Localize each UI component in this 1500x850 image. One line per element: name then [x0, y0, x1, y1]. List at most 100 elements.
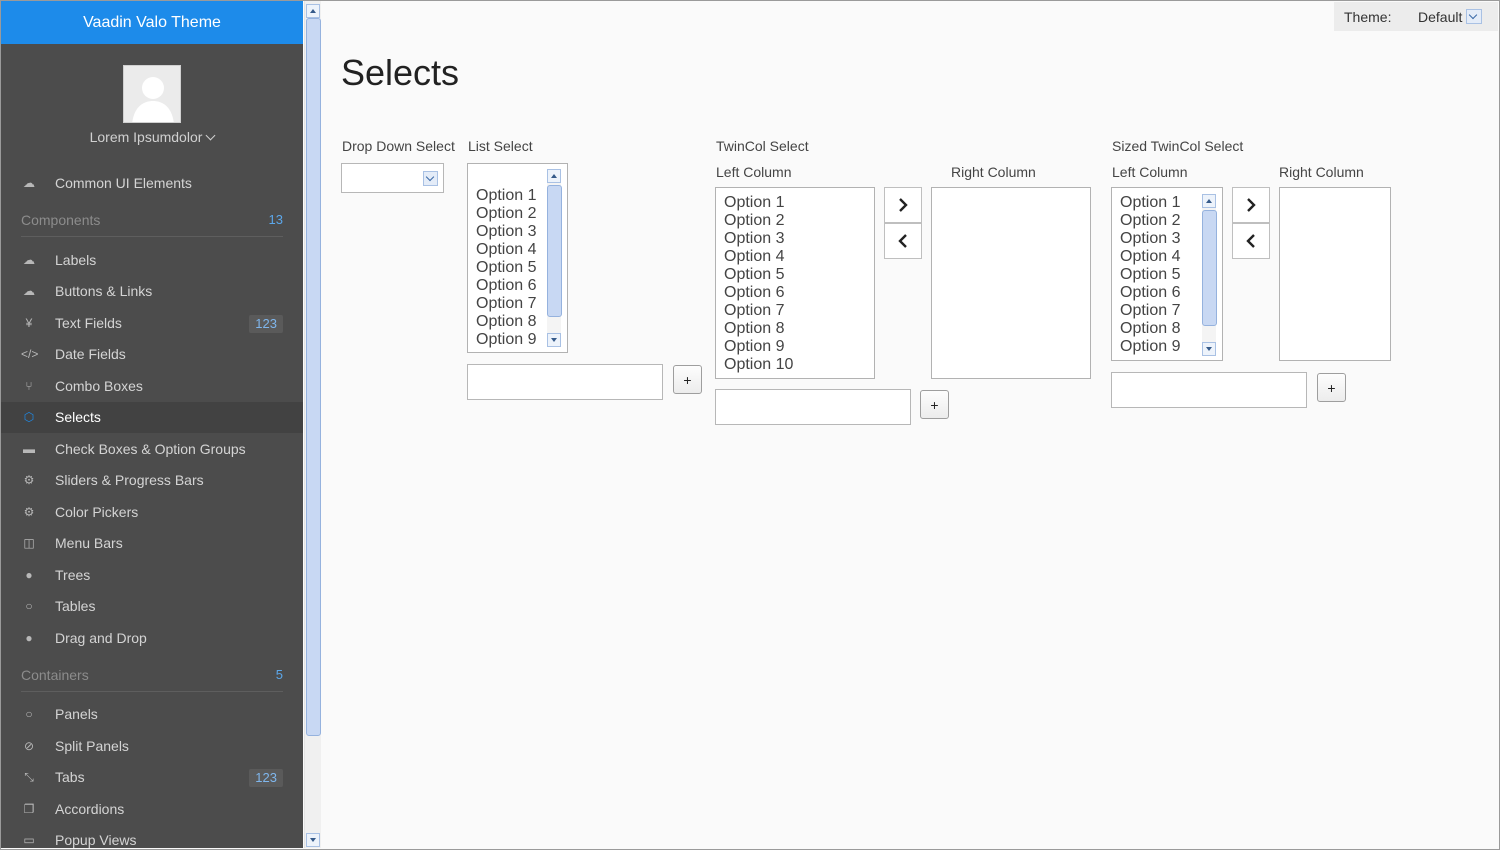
list-select[interactable]: Option 1 Option 2 Option 3 Option 4 Opti…: [467, 163, 568, 353]
scroll-up-button[interactable]: [547, 169, 561, 183]
comments-icon: ●: [25, 631, 33, 645]
scroll-thumb[interactable]: [306, 18, 321, 736]
list-item[interactable]: Option 5: [1120, 266, 1180, 284]
sidebar-item-buttons-links[interactable]: ☁ Buttons & Links: [1, 276, 303, 307]
triangle-down-icon: [551, 338, 557, 342]
list-item[interactable]: Option 5: [476, 259, 536, 277]
sidebar-item-check-boxes[interactable]: ▬ Check Boxes & Option Groups: [1, 434, 303, 465]
list-item[interactable]: Option 7: [724, 302, 784, 320]
dropdown-select[interactable]: [341, 163, 444, 193]
sidebar-item-color-pickers[interactable]: ⚙ Color Pickers: [1, 497, 303, 528]
theme-selector[interactable]: Theme: Default: [1334, 2, 1498, 31]
scroll-down-button[interactable]: [306, 833, 320, 847]
triangle-up-icon: [551, 174, 557, 178]
list-select-add-button[interactable]: +: [673, 365, 702, 394]
user-name-label: Lorem Ipsumdolor: [89, 129, 203, 145]
sidebar-item-trees[interactable]: ● Trees: [1, 560, 303, 591]
sidebar-item-selects[interactable]: ⬡ Selects: [1, 402, 303, 433]
twincol-left-list[interactable]: Option 1 Option 2 Option 3 Option 4 Opti…: [715, 187, 875, 379]
list-item[interactable]: Option 1: [476, 187, 536, 205]
list-select-new-item-input[interactable]: [467, 364, 663, 400]
sized-move-right-button[interactable]: [1232, 187, 1270, 223]
cube-icon: ⬡: [23, 410, 35, 424]
list-item[interactable]: Option 8: [476, 313, 536, 331]
section-components: Components 13: [1, 205, 303, 237]
twincol-new-item-input[interactable]: [715, 389, 911, 425]
twincol-left-caption: Left Column: [716, 164, 792, 180]
yen-icon: ¥: [25, 316, 33, 330]
sized-twincol-new-item-input[interactable]: [1111, 372, 1307, 408]
sidebar-item-text-fields[interactable]: ¥ Text Fields 123: [1, 308, 303, 339]
count-badge: 123: [249, 769, 283, 787]
sized-twincol-left-list[interactable]: Option 1 Option 2 Option 3 Option 4 Opti…: [1111, 187, 1223, 361]
list-item[interactable]: Option 2: [724, 212, 784, 230]
sidebar-item-sliders[interactable]: ⚙ Sliders & Progress Bars: [1, 465, 303, 496]
sized-list-scrollbar[interactable]: [1202, 194, 1217, 356]
triangle-down-icon: [1206, 347, 1212, 351]
list-item[interactable]: Option 3: [476, 223, 536, 241]
app-title: Vaadin Valo Theme: [1, 1, 303, 44]
chevron-down-icon[interactable]: [423, 171, 438, 186]
list-item[interactable]: Option 3: [724, 230, 784, 248]
move-right-button[interactable]: [884, 187, 922, 223]
sidebar-item-drag-and-drop[interactable]: ● Drag and Drop: [1, 623, 303, 654]
twincol-select-caption: TwinCol Select: [716, 138, 809, 154]
sized-move-left-button[interactable]: [1232, 223, 1270, 259]
sidebar-item-common-ui-elements[interactable]: ☁ Common UI Elements: [1, 168, 303, 199]
sidebar-item-combo-boxes[interactable]: ⑂ Combo Boxes: [1, 371, 303, 402]
sized-twincol-left-caption: Left Column: [1112, 164, 1188, 180]
sidebar-item-panels[interactable]: ○ Panels: [1, 699, 303, 730]
sidebar-item-popup-views[interactable]: ▭ Popup Views: [1, 825, 303, 848]
credit-card-icon: ▭: [23, 833, 35, 847]
scroll-thumb[interactable]: [547, 185, 562, 317]
list-item[interactable]: Option 8: [724, 320, 784, 338]
user-menu[interactable]: Lorem Ipsumdolor: [1, 129, 303, 145]
twincol-right-list[interactable]: [931, 187, 1091, 379]
triangle-up-icon: [310, 9, 316, 13]
list-item[interactable]: Option 7: [476, 295, 536, 313]
list-item[interactable]: Option 9: [476, 331, 536, 349]
chevron-left-icon: [1246, 234, 1255, 248]
sized-twincol-add-button[interactable]: +: [1317, 373, 1346, 402]
list-item[interactable]: Option 5: [724, 266, 784, 284]
sidebar-scrollbar[interactable]: [304, 1, 321, 848]
list-item[interactable]: Option 1: [1120, 194, 1180, 212]
sidebar-item-date-fields[interactable]: </> Date Fields: [1, 339, 303, 370]
avatar[interactable]: [123, 65, 181, 123]
list-item[interactable]: Option 3: [1120, 230, 1180, 248]
list-item[interactable]: Option 7: [1120, 302, 1180, 320]
list-item[interactable]: Option 9: [1120, 338, 1180, 356]
scroll-up-button[interactable]: [306, 4, 320, 18]
list-item[interactable]: Option 8: [1120, 320, 1180, 338]
sidebar-item-accordions[interactable]: ❐ Accordions: [1, 794, 303, 825]
scroll-down-button[interactable]: [547, 333, 561, 347]
scroll-thumb[interactable]: [1202, 210, 1217, 326]
move-left-button[interactable]: [884, 223, 922, 259]
sidebar-item-menu-bars[interactable]: ◫ Menu Bars: [1, 528, 303, 559]
list-item[interactable]: Option 6: [1120, 284, 1180, 302]
list-item[interactable]: Option 10: [724, 356, 793, 374]
list-item[interactable]: Option 4: [1120, 248, 1180, 266]
code-icon: </>: [21, 347, 39, 361]
list-item[interactable]: Option 1: [724, 194, 784, 212]
sidebar-item-tables[interactable]: ○ Tables: [1, 591, 303, 622]
list-item[interactable]: Option 9: [724, 338, 784, 356]
list-item[interactable]: Option 4: [724, 248, 784, 266]
list-item[interactable]: Option 6: [476, 277, 536, 295]
count-badge: 123: [249, 315, 283, 333]
sidebar-item-tabs[interactable]: ⤡ Tabs 123: [1, 762, 303, 793]
list-item[interactable]: Option 6: [724, 284, 784, 302]
list-item[interactable]: Option 2: [1120, 212, 1180, 230]
list-scrollbar[interactable]: [547, 169, 562, 347]
sidebar-item-split-panels[interactable]: ⊘ Split Panels: [1, 731, 303, 762]
scroll-down-button[interactable]: [1202, 342, 1216, 356]
sidebar-item-labels[interactable]: ☁ Labels: [1, 245, 303, 276]
cog-icon: ⚙: [23, 473, 35, 487]
list-item[interactable]: Option 2: [476, 205, 536, 223]
scroll-up-button[interactable]: [1202, 194, 1216, 208]
sized-twincol-right-list[interactable]: [1279, 187, 1391, 361]
chevron-down-icon[interactable]: [1466, 9, 1482, 24]
list-item[interactable]: Option 4: [476, 241, 536, 259]
twincol-add-button[interactable]: +: [920, 390, 949, 419]
twincol-right-caption: Right Column: [951, 164, 1036, 180]
